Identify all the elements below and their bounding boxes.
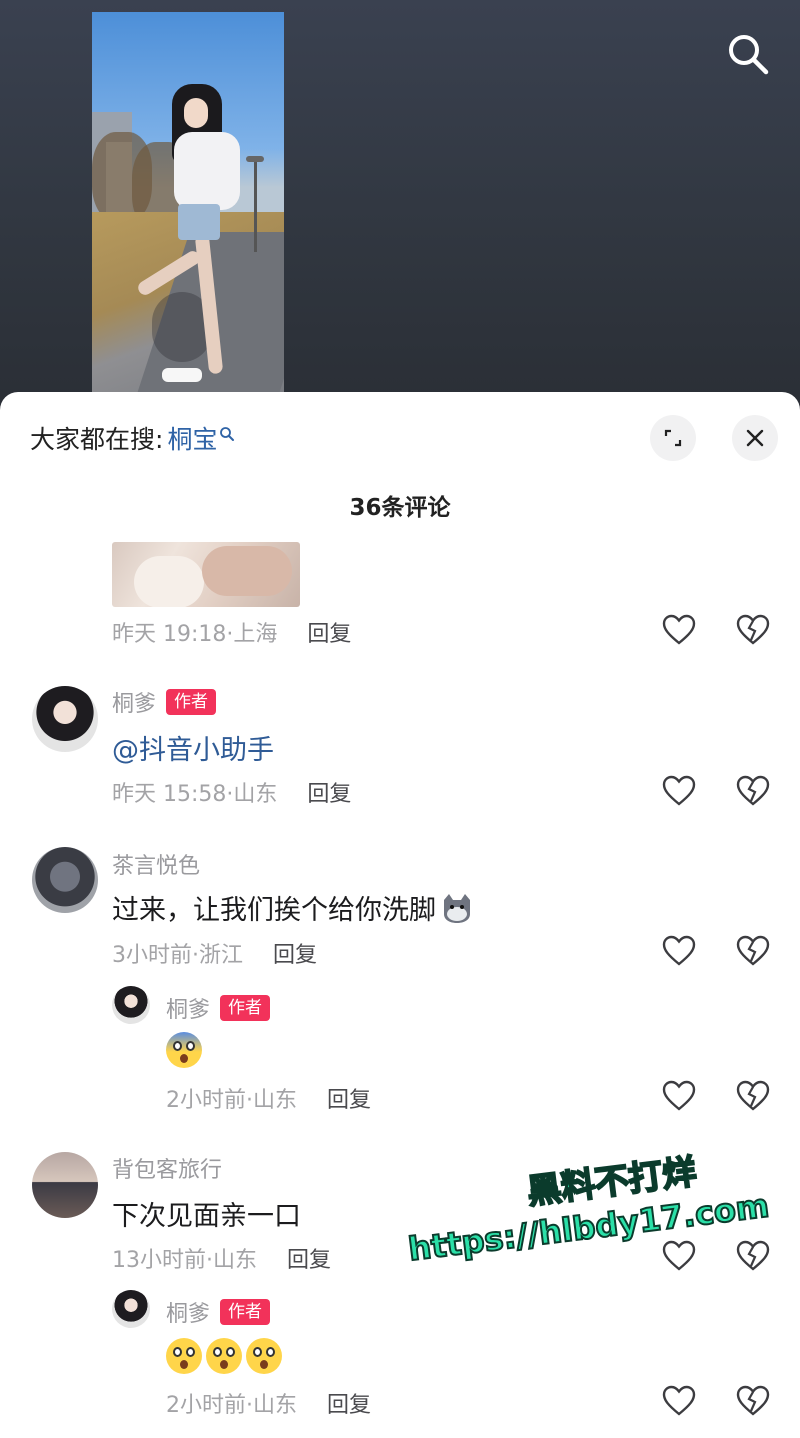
search-icon[interactable] <box>724 30 772 78</box>
username[interactable]: 桐爹 <box>166 992 210 1024</box>
author-badge: 作者 <box>166 689 217 715</box>
broken-heart-icon[interactable] <box>736 1240 770 1272</box>
hot-search-bar[interactable]: 大家都在搜: 桐宝 <box>30 420 235 456</box>
comment-text[interactable]: @抖音小助手 <box>112 728 274 767</box>
comment-meta: 2小时前·山东 回复 <box>166 1387 371 1419</box>
comment-author[interactable]: 桐爹 作者 <box>166 1296 271 1328</box>
flushed-emoji-icon <box>246 1338 282 1374</box>
hand <box>202 546 292 596</box>
heart-icon[interactable] <box>662 1080 696 1112</box>
broken-heart-icon[interactable] <box>736 1080 770 1112</box>
username[interactable]: 桐爹 <box>112 686 156 718</box>
figure-sweater <box>174 132 240 210</box>
avatar[interactable] <box>32 686 98 752</box>
expand-icon <box>664 429 682 447</box>
reply-button[interactable]: 回复 <box>327 1082 371 1114</box>
username[interactable]: 茶言悦色 <box>112 848 200 880</box>
reply-button[interactable]: 回复 <box>327 1387 371 1419</box>
comment-time: 昨天 19:18·上海 <box>112 622 278 647</box>
comment-author[interactable]: 茶言悦色 <box>112 848 200 880</box>
heart-icon[interactable] <box>662 1385 696 1417</box>
broken-heart-icon[interactable] <box>736 935 770 967</box>
heart-icon[interactable] <box>662 614 696 646</box>
comment-time: 2小时前·山东 <box>166 1393 297 1418</box>
video-thumbnail[interactable] <box>92 12 284 402</box>
comment-text[interactable]: 下次见面亲一口 <box>112 1194 301 1233</box>
search-icon <box>219 419 235 448</box>
scream-emoji-icon <box>166 1032 202 1068</box>
avatar[interactable] <box>32 847 98 913</box>
comment-text[interactable] <box>166 1032 206 1068</box>
comment-text-body: 过来，让我们挨个给你洗脚 <box>112 895 436 926</box>
expand-button[interactable] <box>650 415 696 461</box>
figure-shoe <box>162 368 202 382</box>
comment-time: 3小时前·浙江 <box>112 943 243 968</box>
comment-sheet: 大家都在搜: 桐宝 36条评论 昨天 19:18·上海 回复 桐爹 作者 @抖音… <box>0 392 800 1438</box>
heart-icon[interactable] <box>662 1240 696 1272</box>
comment-image[interactable] <box>112 542 300 607</box>
comment-time: 2小时前·山东 <box>166 1088 297 1113</box>
comment-meta: 3小时前·浙江 回复 <box>112 937 317 969</box>
comment-count: 36条评论 <box>349 495 451 521</box>
reply-button[interactable]: 回复 <box>307 776 351 808</box>
comment-text[interactable] <box>166 1338 286 1374</box>
avatar[interactable] <box>32 1152 98 1218</box>
comment-time: 昨天 15:58·山东 <box>112 782 278 807</box>
author-badge: 作者 <box>220 1299 271 1325</box>
flushed-emoji-icon <box>166 1338 202 1374</box>
author-badge: 作者 <box>220 995 271 1021</box>
cat-paw <box>134 556 204 607</box>
heart-icon[interactable] <box>662 935 696 967</box>
username[interactable]: 背包客旅行 <box>112 1152 222 1184</box>
cat-emoji-icon <box>444 893 470 923</box>
figure-face <box>184 98 208 128</box>
username[interactable]: 桐爹 <box>166 1296 210 1328</box>
broken-heart-icon[interactable] <box>736 775 770 807</box>
heart-icon[interactable] <box>662 775 696 807</box>
video-background <box>0 0 800 420</box>
comment-meta: 昨天 19:18·上海 回复 <box>112 616 351 648</box>
comment-meta: 13小时前·山东 回复 <box>112 1242 331 1274</box>
avatar[interactable] <box>112 986 150 1024</box>
broken-heart-icon[interactable] <box>736 1385 770 1417</box>
comment-text[interactable]: 过来，让我们挨个给你洗脚 <box>112 888 474 927</box>
figure-shorts <box>178 204 220 240</box>
comment-meta: 2小时前·山东 回复 <box>166 1082 371 1114</box>
hot-search-keyword[interactable]: 桐宝 <box>167 420 217 456</box>
hot-search-prefix: 大家都在搜: <box>30 425 164 454</box>
reply-button[interactable]: 回复 <box>287 1242 331 1274</box>
thumbnail-lamp-pole <box>254 162 257 252</box>
comment-time: 13小时前·山东 <box>112 1248 257 1273</box>
broken-heart-icon[interactable] <box>736 614 770 646</box>
close-button[interactable] <box>732 415 778 461</box>
comment-author[interactable]: 桐爹 作者 <box>112 686 217 718</box>
reply-button[interactable]: 回复 <box>273 937 317 969</box>
comment-author[interactable]: 背包客旅行 <box>112 1152 222 1184</box>
comment-author[interactable]: 桐爹 作者 <box>166 992 271 1024</box>
close-icon <box>746 429 764 447</box>
reply-button[interactable]: 回复 <box>307 616 351 648</box>
flushed-emoji-icon <box>206 1338 242 1374</box>
avatar[interactable] <box>112 1290 150 1328</box>
comment-meta: 昨天 15:58·山东 回复 <box>112 776 351 808</box>
